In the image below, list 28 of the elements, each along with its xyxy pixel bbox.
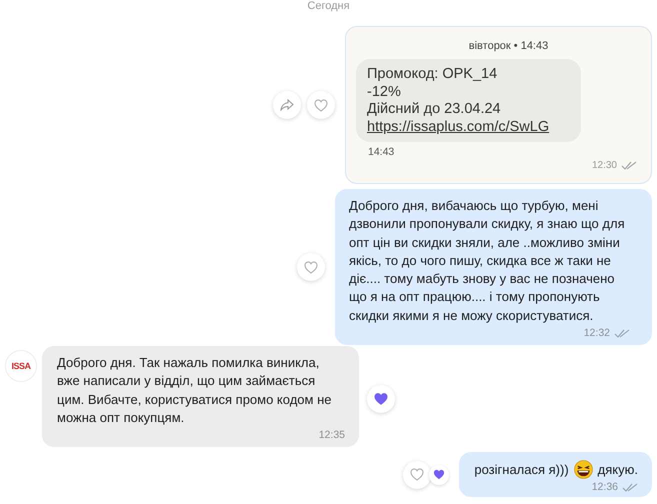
- screenshot-time: 14:43: [368, 146, 396, 158]
- message-time: 12:35: [318, 429, 345, 442]
- heart-icon: [304, 260, 318, 274]
- share-icon: [280, 99, 294, 111]
- message-time: 12:36: [592, 481, 618, 494]
- screenshot-link: https://issaplus.com/c/SwLG: [367, 118, 550, 136]
- like-button[interactable]: [307, 91, 335, 119]
- message-text: Доброго дня. Так нажаль помилка виникла, вже написали у відділ, що цим займається цим. Вибачте, користуватися промо кодом не можна опт покупцям.: [57, 354, 332, 427]
- message-text: дякую.: [598, 460, 638, 479]
- share-button[interactable]: [273, 91, 301, 119]
- message-text: розігналася я))): [474, 460, 569, 479]
- screenshot-text: Промокод: OPK_14: [367, 66, 498, 84]
- laughing-emoji-icon: [574, 460, 593, 480]
- heart-icon: [373, 392, 389, 406]
- avatar-logo: ISSA: [5, 350, 37, 382]
- screenshot-text: Дійсний до 23.04.24: [367, 101, 502, 118]
- like-button[interactable]: [297, 253, 325, 282]
- message-time: 12:32: [584, 327, 610, 340]
- message-time: 12:30: [592, 160, 617, 171]
- like-button[interactable]: [403, 460, 432, 489]
- liked-button[interactable]: [367, 384, 395, 413]
- screenshot-header: вівторок • 14:43: [468, 40, 550, 52]
- message-text: Доброго дня, вибачаюсь що турбую, мені дзвонили пропонували скидку, я знаю що для опт цін ви скидки зняли, але ..можливо зміни якісь, то до чого пишу, скидка все ж таки не діє.... тому мабуть знову у вас не позначено що я на опт працюю.... і тому пропонують скидки якими я не можу скористуватися.: [349, 197, 626, 325]
- screenshot-message[interactable]: вівторок • 14:43 Промокод: OPK_14 -12% Дійсний до 23.04.24 https://issaplus.com/c/SwLG 14:43 12:30: [345, 26, 652, 184]
- date-separator: Сегодня: [307, 0, 350, 12]
- heart-icon: [314, 98, 328, 112]
- screenshot-text: -12%: [367, 84, 402, 101]
- heart-icon: [410, 468, 424, 482]
